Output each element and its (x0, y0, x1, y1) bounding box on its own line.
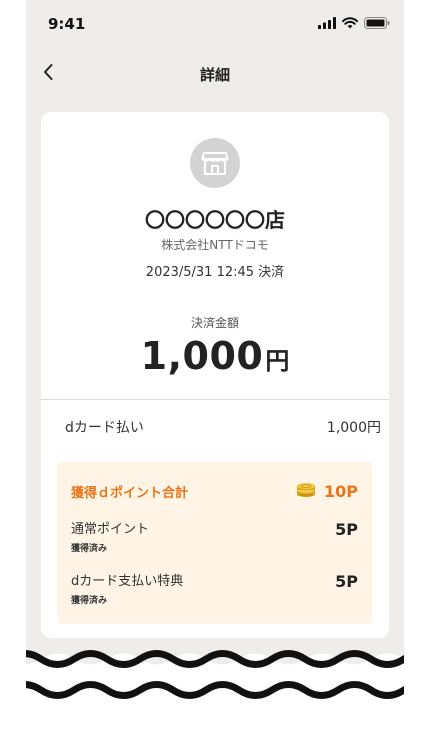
page-title: 詳細 (199, 66, 230, 84)
points-total-number: 10P (324, 481, 358, 501)
cellular-signal-icon (318, 17, 336, 29)
divider (41, 399, 389, 400)
status-bar: 9:41 (26, 0, 404, 50)
amount-value: 1,000 (140, 334, 264, 378)
points-summary: 獲得ｄポイント合計 10P 通常ポイント 獲得済み 5P dカード支払い特典 獲… (57, 462, 372, 624)
battery-icon (364, 17, 390, 29)
company-name: 株式会社NTTドコモ (161, 238, 269, 252)
wave-decoration (26, 640, 404, 734)
amount-unit: 円 (265, 347, 290, 375)
points-total-value: 10P (295, 480, 358, 502)
payment-method-amount: 1,000円 (326, 420, 381, 436)
wifi-icon (342, 17, 358, 29)
coin-stack-icon (295, 480, 317, 502)
points-row-status: 獲得済み (71, 596, 108, 606)
storefront-icon (190, 138, 240, 188)
payment-method-label: dカード払い (65, 420, 144, 436)
payment-datetime: 2023/5/31 12:45 決済 (145, 265, 285, 280)
points-row-dcard-bonus: dカード支払い特典 獲得済み 5P (71, 570, 358, 606)
points-row-label: 通常ポイント (71, 522, 150, 537)
points-row-value: 5P (335, 520, 358, 539)
points-row-label: dカード支払い特典 (71, 574, 184, 589)
points-total-row: 獲得ｄポイント合計 10P (71, 480, 358, 502)
status-icons (318, 17, 390, 29)
status-time: 9:41 (48, 15, 86, 33)
payment-method-row: dカード払い 1,000円 (65, 417, 381, 437)
phone-screen: 9:41 詳細 〇〇〇〇〇〇店 株式会社NTTドコモ 2023/5/31 12:… (26, 0, 404, 734)
transaction-detail-card: 〇〇〇〇〇〇店 株式会社NTTドコモ 2023/5/31 12:45 決済 決済… (41, 112, 389, 638)
points-row-status: 獲得済み (71, 544, 108, 554)
points-total-label: 獲得ｄポイント合計 (71, 485, 189, 501)
amount-label: 決済金額 (190, 316, 239, 330)
points-row-regular: 通常ポイント 獲得済み 5P (71, 518, 358, 554)
points-row-value: 5P (335, 572, 358, 591)
store-name: 〇〇〇〇〇〇店 (145, 208, 285, 232)
payment-amount: 1,000円 (41, 334, 389, 378)
navigation-bar: 詳細 (26, 58, 404, 90)
